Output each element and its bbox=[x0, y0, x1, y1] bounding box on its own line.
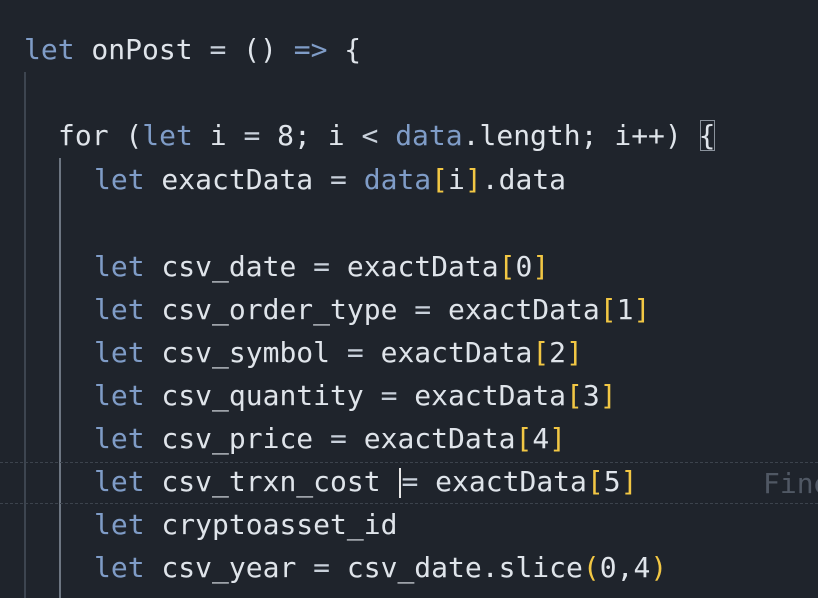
code-token: csv_quantity bbox=[144, 379, 381, 412]
code-token: ) bbox=[650, 551, 668, 584]
code-line[interactable]: let cryptoasset_id bbox=[0, 503, 818, 546]
code-token: csv_date bbox=[144, 250, 314, 283]
code-token: = bbox=[414, 293, 432, 326]
code-token: exactData bbox=[418, 465, 587, 498]
code-token: i bbox=[448, 163, 465, 196]
code-token: let bbox=[94, 508, 145, 541]
code-line[interactable]: let csv_quantity = exactData[3] bbox=[0, 374, 818, 417]
code-line[interactable]: let onPost = () => { bbox=[0, 28, 818, 71]
code-token: .length; i++) bbox=[462, 119, 699, 152]
code-token: = bbox=[380, 379, 398, 412]
code-token: { bbox=[698, 119, 716, 152]
code-token: let bbox=[94, 163, 145, 196]
code-line[interactable]: let csv_symbol = exactData[2] bbox=[0, 331, 818, 374]
code-token: = bbox=[209, 33, 227, 66]
code-token: [ bbox=[566, 379, 583, 412]
code-token: [ bbox=[498, 250, 516, 283]
code-token: exactData bbox=[397, 379, 567, 412]
code-line[interactable] bbox=[0, 72, 818, 115]
code-token: csv_date.slice bbox=[330, 551, 583, 584]
code-line[interactable]: let exactData = data[i].data bbox=[0, 158, 818, 201]
code-token: = bbox=[330, 163, 347, 196]
code-token: data bbox=[395, 119, 463, 152]
code-token: ] bbox=[633, 293, 651, 326]
code-token: ( bbox=[582, 551, 600, 584]
code-token: exactData bbox=[330, 250, 499, 283]
code-token: i bbox=[192, 119, 244, 152]
code-token: let bbox=[94, 336, 145, 369]
code-token: = bbox=[346, 336, 364, 369]
code-token: => bbox=[293, 33, 328, 66]
code-token: 0 bbox=[515, 250, 533, 283]
code-token: 3 bbox=[582, 379, 600, 412]
code-token: < bbox=[361, 119, 379, 152]
code-line[interactable]: for (let i = 8; i < data.length; i++) { bbox=[0, 114, 818, 157]
code-token: ] bbox=[599, 379, 617, 412]
code-token: () bbox=[226, 33, 294, 66]
code-token: [ bbox=[431, 163, 449, 196]
code-token: = bbox=[243, 119, 261, 152]
code-token: 4 bbox=[532, 422, 550, 455]
code-token: = bbox=[313, 551, 331, 584]
code-token: ] bbox=[532, 250, 550, 283]
code-token: [ bbox=[586, 465, 604, 498]
code-token: let bbox=[94, 422, 145, 455]
code-token: ] bbox=[620, 465, 638, 498]
code-line[interactable] bbox=[0, 202, 818, 245]
code-token: ( bbox=[108, 119, 143, 152]
code-token: let bbox=[94, 465, 145, 498]
code-editor[interactable]: let onPost = () => {for (let i = 8; i < … bbox=[0, 0, 818, 598]
code-token: = bbox=[401, 465, 419, 498]
code-token: 2 bbox=[549, 336, 567, 369]
code-token: { bbox=[327, 33, 362, 66]
code-token: let bbox=[94, 551, 145, 584]
code-line[interactable]: let csv_trxn_cost = exactData[5] bbox=[0, 460, 818, 503]
code-token: let bbox=[142, 119, 193, 152]
code-token: csv_year bbox=[144, 551, 314, 584]
code-token: csv_price bbox=[144, 422, 331, 455]
code-token: onPost bbox=[74, 33, 210, 66]
code-token: ] bbox=[566, 336, 583, 369]
code-token: 0,4 bbox=[599, 551, 651, 584]
code-token: csv_symbol bbox=[144, 336, 347, 369]
code-line[interactable]: let csv_order_type = exactData[1] bbox=[0, 288, 818, 331]
code-token: = bbox=[330, 422, 347, 455]
code-token: .data bbox=[481, 163, 567, 196]
code-token: ] bbox=[464, 163, 482, 196]
code-token: data bbox=[363, 163, 432, 196]
code-token: 1 bbox=[616, 293, 634, 326]
inline-hint-text: Fine bbox=[763, 467, 818, 500]
code-token: csv_order_type bbox=[144, 293, 415, 326]
code-token: 5 bbox=[603, 465, 621, 498]
code-token: [ bbox=[532, 336, 550, 369]
code-token: ] bbox=[549, 422, 567, 455]
code-token: let bbox=[94, 379, 145, 412]
code-token: for bbox=[58, 119, 109, 152]
code-token: let bbox=[94, 293, 145, 326]
code-line[interactable]: let csv_year = csv_date.slice(0,4) bbox=[0, 546, 818, 589]
code-token: exactData bbox=[363, 336, 533, 369]
code-token: let bbox=[94, 250, 145, 283]
code-token: 8; i bbox=[260, 119, 362, 152]
code-line[interactable]: let csv_date = exactData[0] bbox=[0, 245, 818, 288]
code-token: [ bbox=[515, 422, 533, 455]
code-token: csv_trxn_cost bbox=[144, 465, 398, 498]
code-token: = bbox=[313, 250, 331, 283]
code-token: cryptoasset_id bbox=[144, 508, 398, 541]
code-token: exactData bbox=[144, 163, 331, 196]
code-line[interactable]: let csv_price = exactData[4] bbox=[0, 417, 818, 460]
code-token: exactData bbox=[431, 293, 600, 326]
code-token: [ bbox=[599, 293, 617, 326]
code-token: let bbox=[24, 33, 75, 66]
code-token: exactData bbox=[346, 422, 516, 455]
